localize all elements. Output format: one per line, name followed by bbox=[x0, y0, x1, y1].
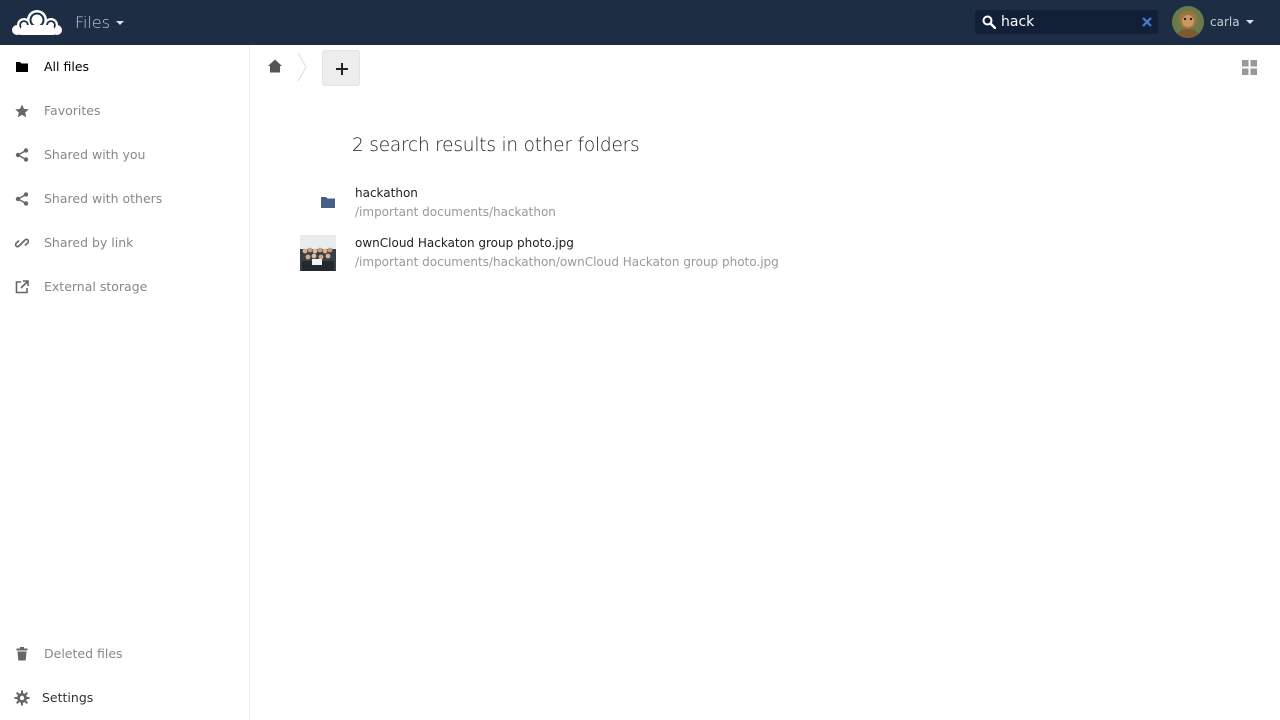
app-name: Files bbox=[75, 13, 111, 32]
sidebar: All files Favorites Shared with you Shar… bbox=[0, 45, 250, 720]
sidebar-item-deleted-files[interactable]: Deleted files bbox=[0, 632, 249, 676]
result-path: /important documents/hackathon bbox=[355, 205, 556, 219]
sidebar-item-label: Shared by link bbox=[44, 235, 134, 250]
sidebar-item-label: Favorites bbox=[44, 103, 101, 118]
sidebar-item-shared-with-others[interactable]: Shared with others bbox=[0, 177, 249, 221]
sidebar-item-label: All files bbox=[44, 59, 90, 74]
folder-icon bbox=[321, 197, 335, 208]
result-path: /important documents/hackathon/ownCloud … bbox=[355, 255, 779, 269]
caret-down-icon bbox=[116, 20, 125, 25]
sidebar-item-label: External storage bbox=[44, 279, 148, 294]
search-icon bbox=[982, 15, 996, 29]
search-result-row[interactable]: ownCloud Hackaton group photo.jpg /impor… bbox=[298, 235, 998, 279]
folder-icon bbox=[16, 62, 28, 72]
clear-search-icon[interactable] bbox=[1141, 16, 1153, 28]
owncloud-logo[interactable] bbox=[11, 6, 63, 38]
header-bar: Files carla bbox=[0, 0, 1280, 45]
star-icon bbox=[15, 104, 29, 118]
sidebar-item-all-files[interactable]: All files bbox=[0, 45, 249, 89]
sidebar-item-label: Shared with you bbox=[44, 147, 146, 162]
share-icon bbox=[15, 192, 29, 206]
sidebar-item-label: Shared with others bbox=[44, 191, 163, 206]
user-menu[interactable]: carla bbox=[1172, 6, 1254, 38]
new-button[interactable] bbox=[322, 50, 360, 86]
user-name: carla bbox=[1210, 15, 1240, 29]
result-name[interactable]: ownCloud Hackaton group photo.jpg bbox=[355, 236, 574, 250]
external-link-icon bbox=[15, 280, 29, 294]
search-result-row[interactable]: hackathon /important documents/hackathon bbox=[298, 185, 998, 229]
settings-button[interactable]: Settings bbox=[0, 676, 249, 720]
grid-view-icon[interactable] bbox=[1242, 60, 1257, 75]
results-title: 2 search results in other folders bbox=[352, 135, 640, 156]
sidebar-item-shared-by-link[interactable]: Shared by link bbox=[0, 221, 249, 265]
breadcrumb-separator bbox=[297, 52, 307, 82]
sidebar-item-shared-with-you[interactable]: Shared with you bbox=[0, 133, 249, 177]
avatar bbox=[1172, 6, 1204, 38]
sidebar-item-external-storage[interactable]: External storage bbox=[0, 265, 249, 309]
sidebar-item-favorites[interactable]: Favorites bbox=[0, 89, 249, 133]
trash-icon bbox=[16, 647, 28, 661]
share-icon bbox=[15, 148, 29, 162]
settings-label: Settings bbox=[42, 690, 94, 705]
link-icon bbox=[15, 238, 29, 248]
search-input[interactable] bbox=[1001, 12, 1131, 32]
caret-down-icon bbox=[1245, 20, 1254, 24]
search-box bbox=[975, 10, 1158, 34]
app-menu[interactable]: Files bbox=[75, 0, 125, 45]
sidebar-item-label: Deleted files bbox=[44, 646, 123, 661]
gear-icon bbox=[14, 690, 30, 706]
result-name[interactable]: hackathon bbox=[355, 186, 418, 200]
home-icon[interactable] bbox=[267, 58, 283, 74]
photo-thumbnail bbox=[300, 235, 336, 271]
